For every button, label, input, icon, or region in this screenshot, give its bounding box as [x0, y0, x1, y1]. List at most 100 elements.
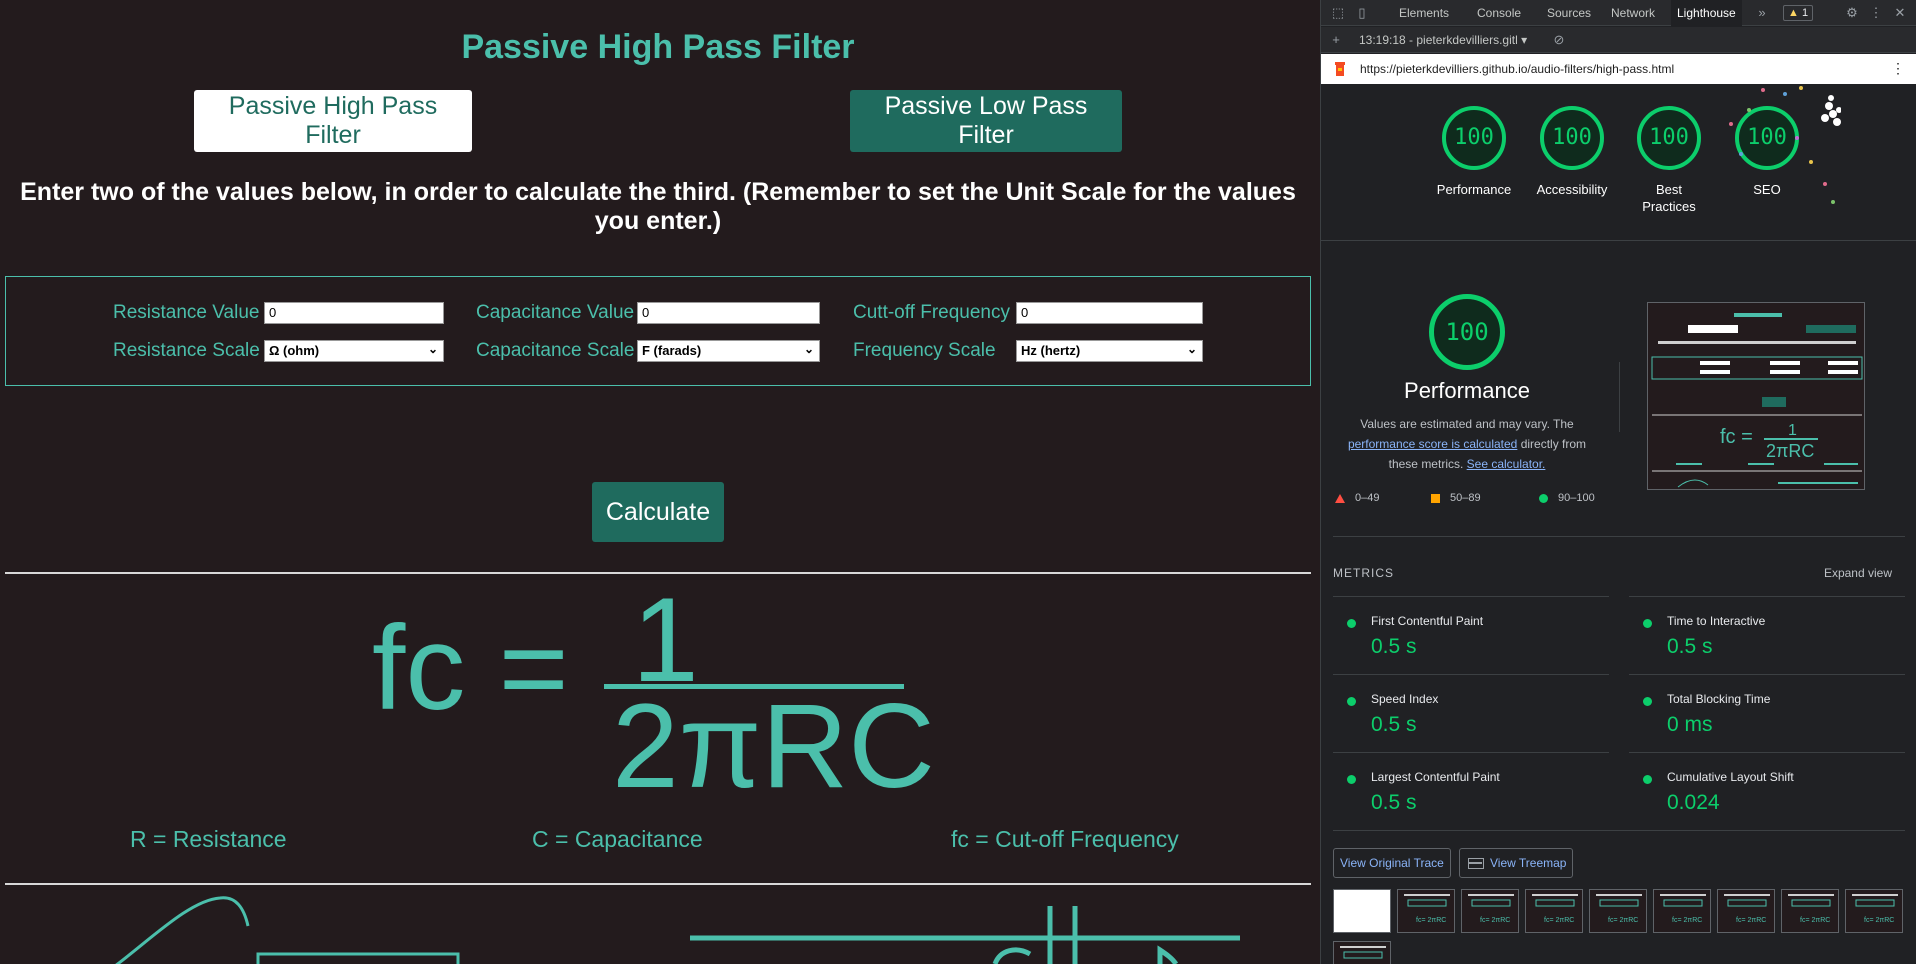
- expand-view-toggle[interactable]: Expand view: [1824, 566, 1892, 580]
- metric-fcp: First Contentful Paint 0.5 s: [1333, 596, 1609, 674]
- performance-title: Performance: [1404, 378, 1530, 403]
- filmstrip-frame: fc= 2πRC: [1397, 889, 1455, 933]
- pass-dot-icon: [1643, 619, 1652, 628]
- tab-elements[interactable]: Elements: [1393, 0, 1455, 26]
- view-original-trace-button[interactable]: View Original Trace: [1333, 848, 1451, 878]
- filmstrip-frame: fc= 2πRC: [1589, 889, 1647, 933]
- component-symbol: [992, 947, 1032, 964]
- warning-badge[interactable]: ▲ 1: [1783, 5, 1814, 21]
- performance-note-text: Values are estimated and may vary. The: [1360, 417, 1574, 431]
- divider: [1619, 362, 1620, 432]
- filmstrip-frame: fc= 2πRC: [1461, 889, 1519, 933]
- metrics-header: METRICS: [1333, 566, 1394, 580]
- more-tabs-icon[interactable]: »: [1753, 4, 1771, 22]
- view-treemap-button[interactable]: View Treemap: [1459, 848, 1574, 878]
- formula-denominator: 2πRC: [612, 679, 935, 813]
- svg-text:fc= 2πRC: fc= 2πRC: [1800, 917, 1830, 924]
- svg-text:fc= 2πRC: fc= 2πRC: [1672, 917, 1702, 924]
- warning-count: 1: [1801, 7, 1809, 19]
- metric-name: Total Blocking Time: [1667, 692, 1771, 706]
- chevron-down-icon: ⌄: [803, 342, 814, 356]
- red-triangle-icon: [1335, 493, 1345, 503]
- metric-name: Largest Contentful Paint: [1371, 770, 1500, 784]
- best-practices-gauge[interactable]: 100: [1637, 106, 1701, 170]
- gear-icon[interactable]: ⚙: [1843, 4, 1861, 22]
- page-title: Passive High Pass Filter: [461, 28, 855, 66]
- metric-value: 0.5 s: [1371, 635, 1417, 658]
- filmstrip-frame: fc= 2πRC: [1781, 889, 1839, 933]
- close-icon[interactable]: ✕: [1891, 4, 1909, 22]
- tab-network[interactable]: Network: [1605, 0, 1661, 26]
- chevron-down-icon: ⌄: [1186, 342, 1197, 356]
- waveform-curve: [115, 896, 250, 964]
- report-selector-label: 13:19:18 - pieterkdevilliers.gitl: [1359, 33, 1518, 47]
- legend-cutoff: fc = Cut-off Frequency: [951, 826, 1179, 852]
- metric-speed-index: Speed Index 0.5 s: [1333, 674, 1609, 752]
- calculate-button[interactable]: Calculate: [592, 482, 724, 542]
- instructions-text: Enter two of the values below, in order …: [20, 178, 1296, 235]
- metric-name: Time to Interactive: [1667, 614, 1766, 628]
- tab-sources[interactable]: Sources: [1541, 0, 1597, 26]
- accessibility-gauge[interactable]: 100: [1540, 106, 1604, 170]
- lighthouse-toolbar: + 13:19:18 - pieterkdevilliers.gitl ▾ ⊘: [1321, 27, 1916, 53]
- legend-average: 50–89: [1431, 492, 1481, 504]
- metric-value: 0.024: [1667, 791, 1720, 814]
- metric-value: 0 ms: [1667, 713, 1713, 736]
- add-report-icon[interactable]: +: [1327, 31, 1345, 49]
- filmstrip-frame: fc= 2πRC: [1845, 889, 1903, 933]
- final-screenshot-thumbnail[interactable]: fc = 1 2πRC: [1647, 302, 1865, 490]
- legend-capacitance: C = Capacitance: [532, 826, 703, 852]
- input-form: Resistance Value 0 Resistance Scale Ω (o…: [5, 276, 1311, 386]
- kebab-menu-icon[interactable]: ⋮: [1891, 60, 1905, 77]
- frequency-scale-label: Frequency Scale: [853, 340, 996, 361]
- pass-dot-icon: [1643, 775, 1652, 784]
- legend-fail-label: 0–49: [1355, 492, 1380, 504]
- capacitance-scale-label: Capacitance Scale: [476, 340, 635, 361]
- circuit-diagram: [115, 896, 1240, 964]
- inspect-icon[interactable]: ⬚: [1329, 4, 1347, 22]
- cutoff-frequency-input[interactable]: 0: [1016, 302, 1203, 324]
- clear-icon[interactable]: ⊘: [1550, 31, 1568, 49]
- see-calculator-link[interactable]: See calculator.: [1467, 457, 1546, 471]
- devtools-tabbar: ⬚ ▯ Elements Console Sources Network Lig…: [1321, 0, 1916, 26]
- frequency-scale-select[interactable]: Hz (hertz) ⌄: [1016, 340, 1203, 362]
- performance-score-link[interactable]: performance score is calculated: [1348, 437, 1517, 451]
- metric-value: 0.5 s: [1371, 713, 1417, 736]
- signal-box: [256, 952, 460, 964]
- resistance-scale-label: Resistance Scale: [113, 340, 260, 361]
- warning-icon: ▲: [1788, 7, 1799, 19]
- metric-value: 0.5 s: [1371, 791, 1417, 814]
- legend-average-label: 50–89: [1450, 492, 1481, 504]
- tab-console[interactable]: Console: [1471, 0, 1527, 26]
- lighthouse-logo-icon: [1335, 62, 1345, 76]
- view-treemap-label: View Treemap: [1490, 856, 1567, 870]
- svg-text:fc= 2πRC: fc= 2πRC: [1544, 917, 1574, 924]
- svg-text:fc= 2πRC: fc= 2πRC: [1480, 917, 1510, 924]
- resistance-scale-select[interactable]: Ω (ohm) ⌄: [264, 340, 444, 362]
- orange-square-icon: [1431, 493, 1440, 503]
- pass-dot-icon: [1643, 697, 1652, 706]
- svg-text:2πRC: 2πRC: [1766, 441, 1814, 461]
- low-pass-nav-button[interactable]: Passive Low Pass Filter: [850, 90, 1122, 152]
- metric-name: First Contentful Paint: [1371, 614, 1484, 628]
- filmstrip-frame: [1333, 889, 1391, 933]
- resistance-value-label: Resistance Value: [113, 302, 260, 323]
- kebab-menu-icon[interactable]: ⋮: [1867, 4, 1885, 22]
- capacitance-value-input[interactable]: 0: [637, 302, 820, 324]
- performance-gauge[interactable]: 100: [1442, 106, 1506, 170]
- component-symbol: [1157, 945, 1179, 964]
- resistance-value-input[interactable]: 0: [264, 302, 444, 324]
- filmstrip-frame: fc= 2πRC: [1525, 889, 1583, 933]
- device-toolbar-icon[interactable]: ▯: [1353, 4, 1371, 22]
- capacitance-scale-select[interactable]: F (farads) ⌄: [637, 340, 820, 362]
- report-url[interactable]: https://pieterkdevilliers.github.io/audi…: [1360, 62, 1674, 76]
- tab-lighthouse[interactable]: Lighthouse: [1671, 0, 1742, 26]
- green-circle-icon: [1539, 493, 1548, 503]
- report-selector[interactable]: 13:19:18 - pieterkdevilliers.gitl ▾: [1359, 33, 1527, 47]
- best-practices-gauge-label: Best Practices: [1642, 182, 1696, 214]
- high-pass-nav-button[interactable]: Passive High Pass Filter: [194, 90, 472, 152]
- metric-value: 0.5 s: [1667, 635, 1713, 658]
- cutoff-frequency-label: Cutt-off Frequency: [853, 302, 1011, 323]
- svg-text:1: 1: [1788, 422, 1797, 439]
- devtools-panel: ⬚ ▯ Elements Console Sources Network Lig…: [1320, 0, 1916, 964]
